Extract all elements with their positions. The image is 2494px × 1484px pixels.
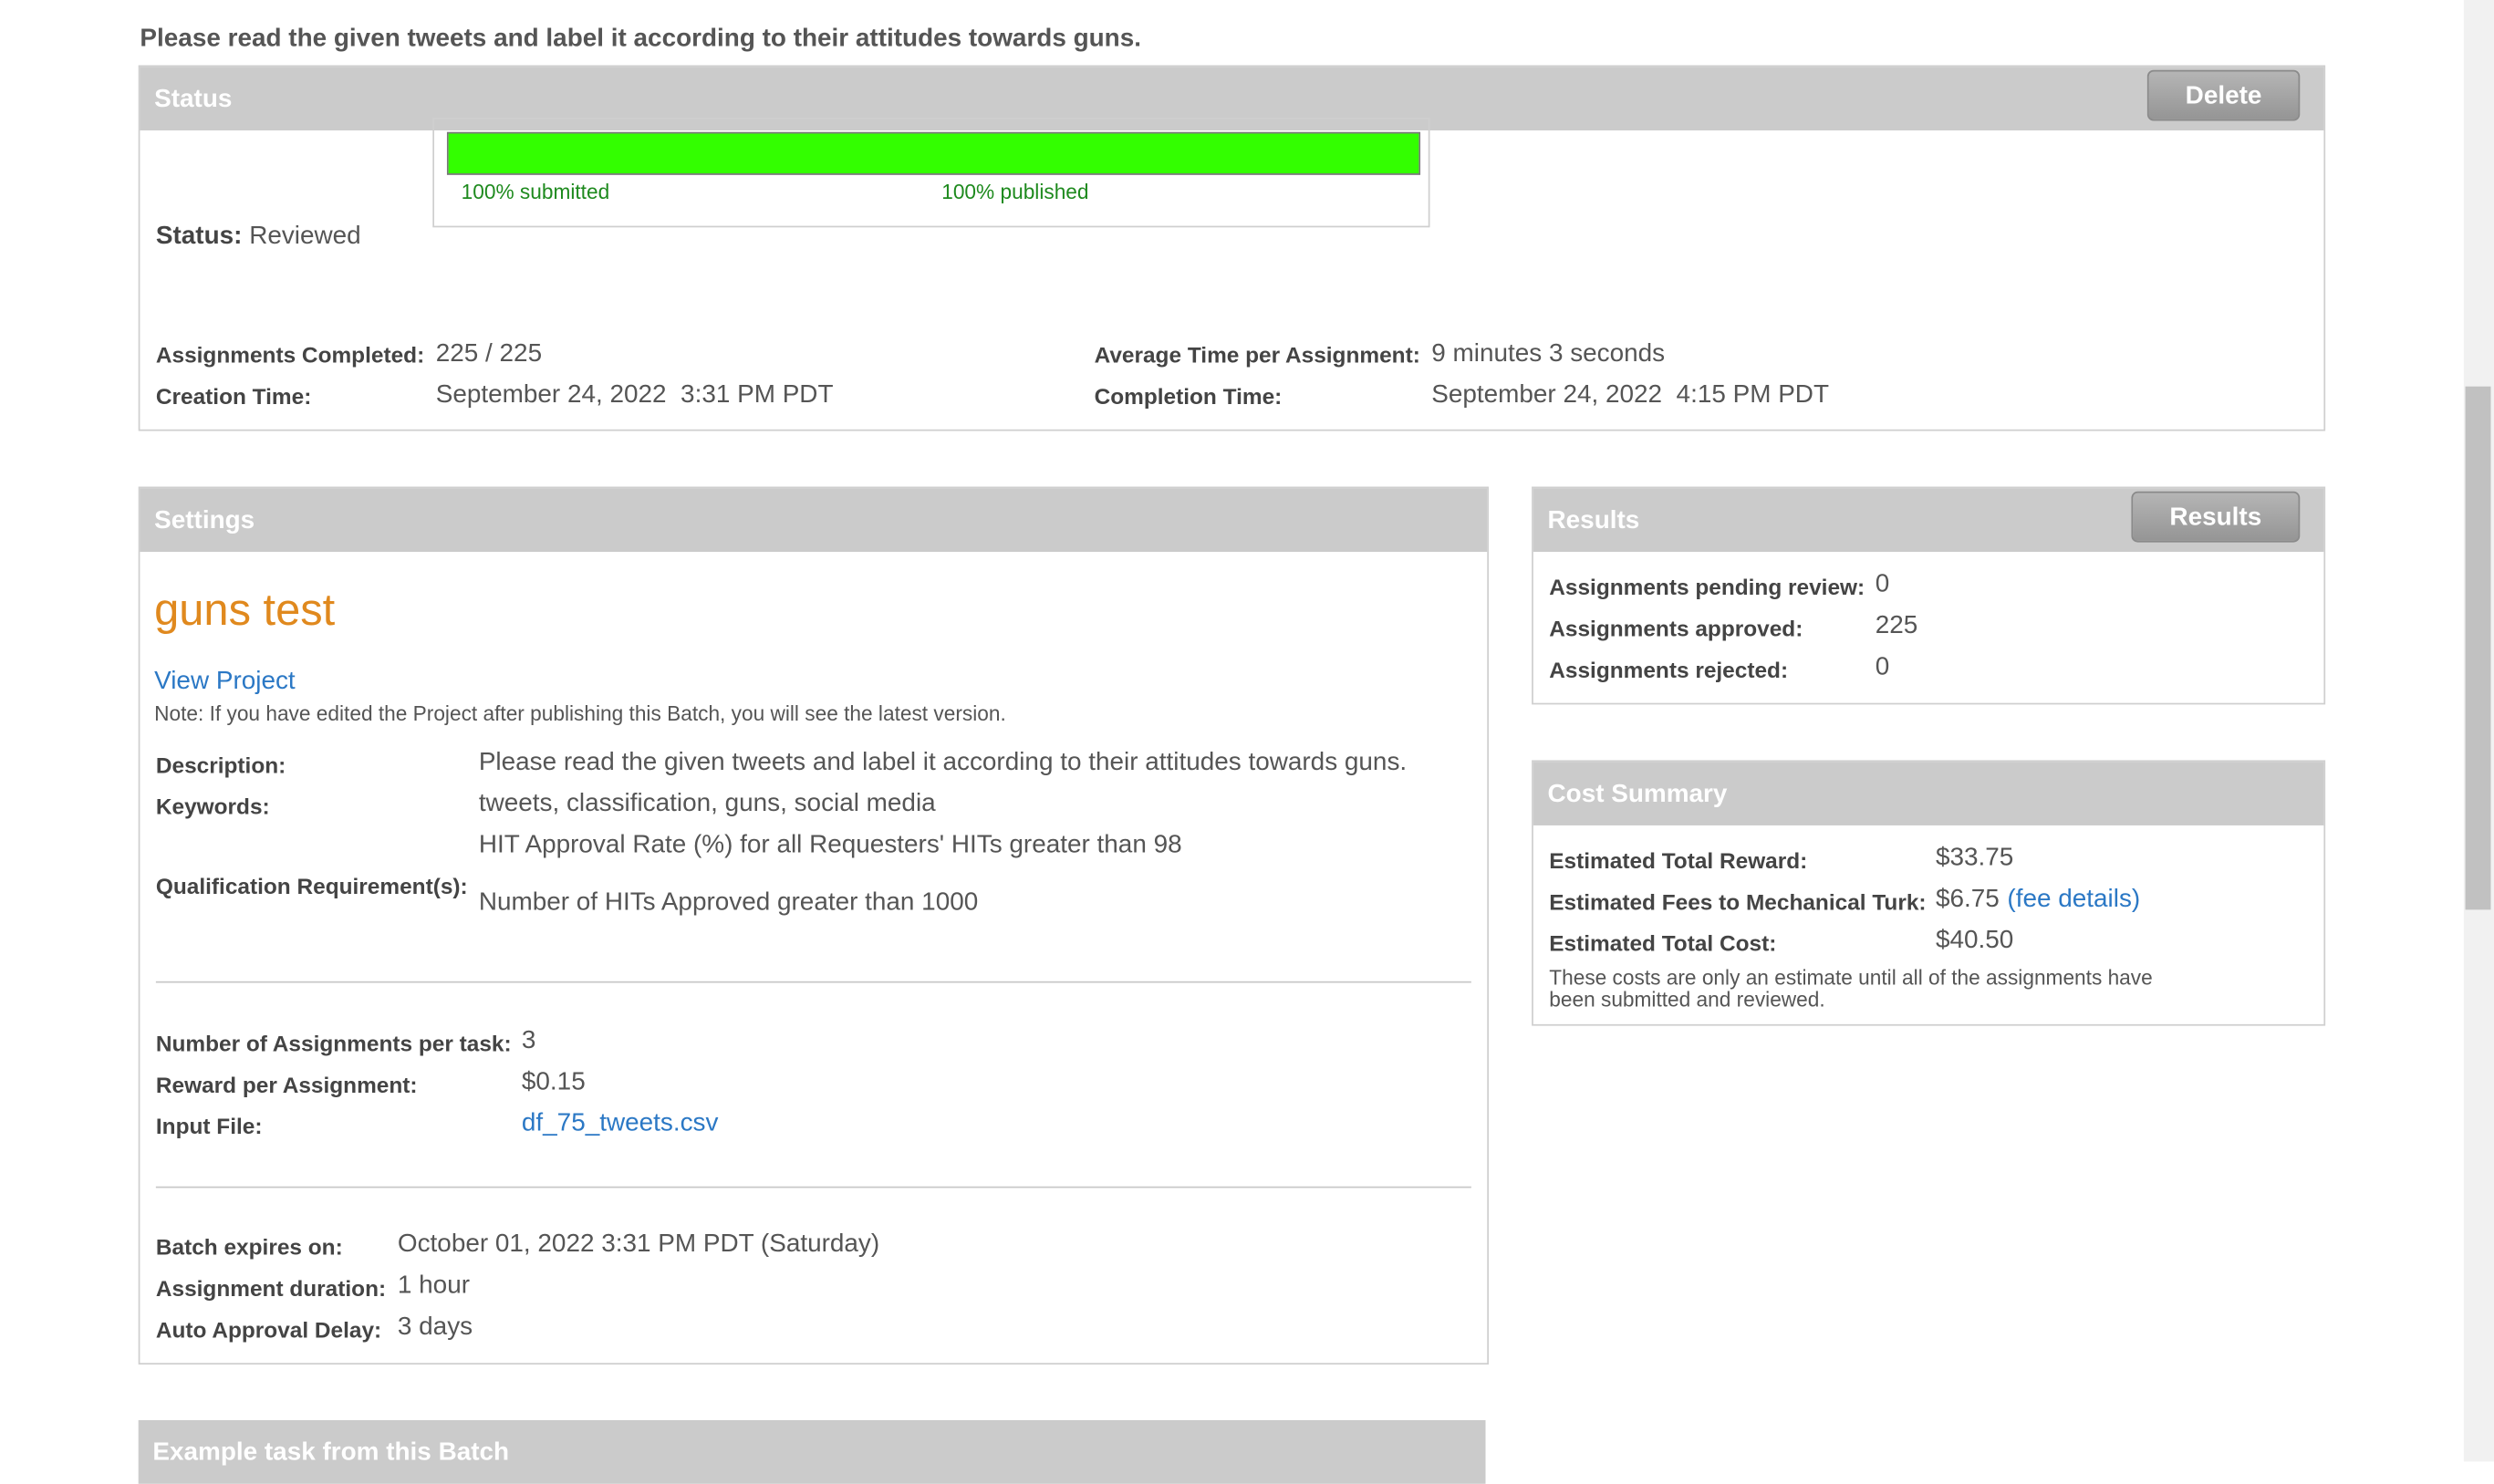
assignments-completed-label: Assignments Completed:: [155, 341, 425, 368]
cost-note-line-1: These costs are only an estimate until a…: [1549, 965, 2153, 990]
status-label: Status:: [155, 223, 243, 250]
completion-time-label: Completion Time:: [1094, 383, 1283, 410]
input-file-link[interactable]: df_75_tweets.csv: [522, 1110, 719, 1138]
description-label: Description:: [155, 752, 286, 778]
duration-label: Assignment duration:: [155, 1275, 387, 1302]
expires-label: Batch expires on:: [155, 1234, 343, 1260]
example-task-title: Example task from this Batch: [152, 1438, 510, 1467]
fees-value: $6.75: [1935, 886, 2000, 913]
avg-time-value: 9 minutes 3 seconds: [1431, 340, 1666, 368]
page-heading: Please read the given tweets and label i…: [140, 25, 1142, 53]
assignments-completed-value: 225 / 225: [435, 340, 543, 368]
example-task-panel: Example task from this Batch: [138, 1420, 1486, 1484]
creation-time-value: September 24, 2022 3:31 PM PDT: [435, 381, 834, 410]
assignments-per-task-value: 3: [521, 1027, 536, 1055]
expires-value: October 01, 2022 3:31 PM PDT (Saturday): [397, 1230, 880, 1259]
total-cost-value: $40.50: [1935, 927, 2014, 955]
qualification-label: Qualification Requirement(s):: [155, 873, 468, 899]
delete-button[interactable]: Delete: [2146, 69, 2301, 121]
rejected-label: Assignments rejected:: [1549, 657, 1789, 683]
submitted-text: 100% submitted: [461, 180, 610, 204]
status-panel: Status Delete Status: Reviewed 100% subm…: [138, 65, 2326, 431]
example-task-header: Example task from this Batch: [138, 1420, 1486, 1484]
progress-box: 100% submitted 100% published: [432, 118, 1430, 228]
total-reward-label: Estimated Total Reward:: [1549, 847, 1808, 874]
page-scrollbar[interactable]: [2463, 0, 2494, 1462]
duration-value: 1 hour: [397, 1271, 471, 1300]
results-panel: Results Results Assignments pending revi…: [1532, 486, 2326, 705]
input-file-label: Input File:: [155, 1113, 263, 1139]
pending-value: 0: [1875, 570, 1890, 598]
settings-divider-2: [155, 1186, 1471, 1188]
cost-summary-title: Cost Summary: [1547, 781, 1728, 808]
cost-note-line-2: been submitted and reviewed.: [1549, 987, 1825, 1012]
auto-approval-label: Auto Approval Delay:: [155, 1316, 382, 1343]
project-name: guns test: [154, 585, 336, 635]
project-note: Note: If you have edited the Project aft…: [154, 700, 1006, 726]
published-text: 100% published: [941, 180, 1089, 204]
creation-time-label: Creation Time:: [155, 383, 312, 410]
status-value: Reviewed: [249, 223, 361, 250]
completion-time-value: September 24, 2022 4:15 PM PDT: [1431, 381, 1830, 410]
results-panel-title: Results: [1547, 507, 1640, 534]
pending-label: Assignments pending review:: [1549, 574, 1865, 600]
approved-value: 225: [1875, 612, 1918, 639]
qualification-value-1: HIT Approval Rate (%) for all Requesters…: [478, 831, 1182, 859]
fees-label: Estimated Fees to Mechanical Turk:: [1549, 888, 1927, 915]
rejected-value: 0: [1875, 653, 1890, 681]
cost-summary-panel: Cost Summary Estimated Total Reward: $33…: [1532, 760, 2326, 1026]
auto-approval-value: 3 days: [397, 1313, 473, 1341]
progress-bar: [446, 131, 1421, 175]
settings-panel-title: Settings: [154, 507, 255, 534]
total-cost-label: Estimated Total Cost:: [1549, 930, 1777, 956]
reward-label: Reward per Assignment:: [155, 1072, 418, 1098]
settings-panel-header: Settings: [140, 488, 1488, 553]
total-reward-value: $33.75: [1935, 844, 2014, 872]
status-panel-title: Status: [154, 86, 233, 113]
assignments-per-task-label: Number of Assignments per task:: [155, 1030, 512, 1056]
status-line: Status: Reviewed: [156, 223, 361, 251]
results-button[interactable]: Results: [2131, 491, 2301, 543]
settings-divider-1: [155, 981, 1471, 983]
fee-details-link[interactable]: (fee details): [2007, 886, 2140, 914]
qualification-value-2: Number of HITs Approved greater than 100…: [478, 888, 979, 917]
batch-details-page: Please read the given tweets and label i…: [0, 0, 2494, 1484]
reward-value: $0.15: [521, 1068, 586, 1096]
progress-bar-fill: [448, 133, 1419, 174]
avg-time-label: Average Time per Assignment:: [1094, 341, 1420, 368]
view-project-link[interactable]: View Project: [154, 668, 296, 696]
cost-summary-header: Cost Summary: [1533, 762, 2324, 825]
approved-label: Assignments approved:: [1549, 615, 1803, 641]
keywords-value: tweets, classification, guns, social med…: [478, 790, 936, 818]
scrollbar-thumb[interactable]: [2465, 386, 2491, 910]
settings-panel: Settings guns test View Project Note: If…: [138, 486, 1490, 1365]
description-value: Please read the given tweets and label i…: [478, 749, 1408, 776]
keywords-label: Keywords:: [155, 794, 270, 819]
